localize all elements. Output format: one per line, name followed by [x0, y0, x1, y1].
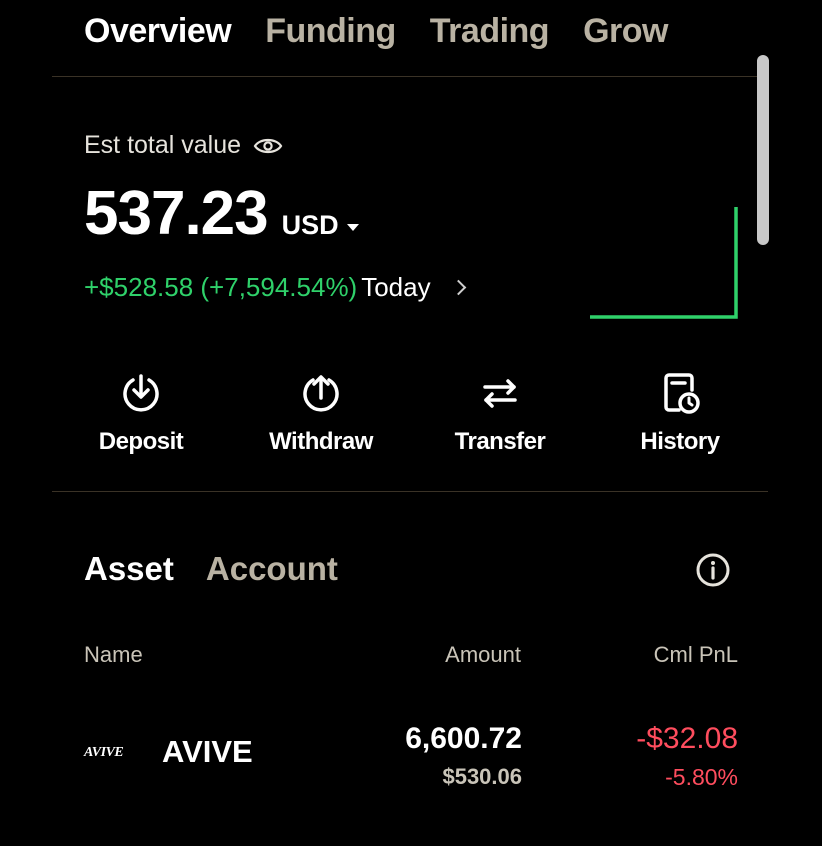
header-divider — [52, 76, 768, 77]
deposit-icon — [123, 374, 159, 412]
history-label: History — [640, 428, 720, 455]
chevron-right-icon — [450, 279, 466, 296]
transfer-button[interactable]: Transfer — [425, 370, 575, 456]
column-header-name[interactable]: Name — [84, 642, 143, 668]
currency-label: USD — [281, 210, 339, 240]
column-header-amount[interactable]: Amount — [445, 642, 521, 668]
est-total-value-label: Est total value — [84, 131, 242, 159]
coin-name: AVIVE — [162, 734, 253, 769]
coin-amount-usd: $530.06 — [442, 764, 522, 789]
coin-amount: 6,600.72 — [405, 722, 522, 755]
coin-logo: AVIVE — [84, 745, 124, 760]
deposit-label: Deposit — [98, 428, 184, 455]
est-total-value-row: Est total value — [84, 131, 283, 160]
coin-cml-pnl-pct: -5.80% — [665, 764, 738, 790]
actions-divider — [52, 491, 768, 492]
transfer-label: Transfer — [454, 428, 546, 455]
withdraw-label: Withdraw — [269, 428, 373, 455]
sparkline-line — [590, 207, 738, 319]
today-pnl-link[interactable]: +$528.58 (+7,594.54%) Today — [84, 272, 466, 303]
balance-sparkline — [590, 207, 738, 319]
tab-overview[interactable]: Overview — [84, 12, 232, 51]
withdraw-button[interactable]: Withdraw — [246, 370, 396, 456]
total-balance-value: 537.23 — [84, 179, 269, 248]
currency-select[interactable]: USD — [282, 210, 359, 241]
column-header-cml-pnl[interactable]: Cml PnL — [654, 642, 738, 668]
caret-down-icon — [346, 224, 359, 231]
today-pnl-period: Today — [361, 272, 431, 302]
tab-asset[interactable]: Asset — [84, 550, 174, 588]
coin-cml-pnl: -$32.08 — [636, 722, 738, 755]
tab-trading[interactable]: Trading — [430, 12, 550, 51]
tab-account[interactable]: Account — [206, 550, 338, 588]
withdraw-icon — [303, 375, 339, 412]
scrollbar-thumb[interactable] — [757, 55, 769, 245]
tab-funding[interactable]: Funding — [265, 12, 396, 51]
history-icon — [664, 373, 700, 414]
history-button[interactable]: History — [605, 370, 755, 456]
transfer-icon — [483, 379, 517, 408]
deposit-button[interactable]: Deposit — [66, 370, 216, 456]
table-row[interactable]: AVIVE AVIVE 6,600.72 $530.06 -$32.08 -5.… — [0, 712, 822, 802]
info-icon[interactable] — [695, 552, 731, 588]
tab-grow[interactable]: Grow — [583, 12, 668, 51]
asset-account-tabs: Asset Account — [84, 550, 338, 588]
assets-overview-screen: Overview Funding Trading Grow Est total … — [0, 0, 822, 846]
eye-icon[interactable] — [253, 136, 283, 156]
today-pnl-change: +$528.58 (+7,594.54%) — [84, 272, 358, 302]
balance-row: 537.23 USD — [84, 178, 359, 249]
top-tab-bar: Overview Funding Trading Grow — [84, 12, 668, 51]
